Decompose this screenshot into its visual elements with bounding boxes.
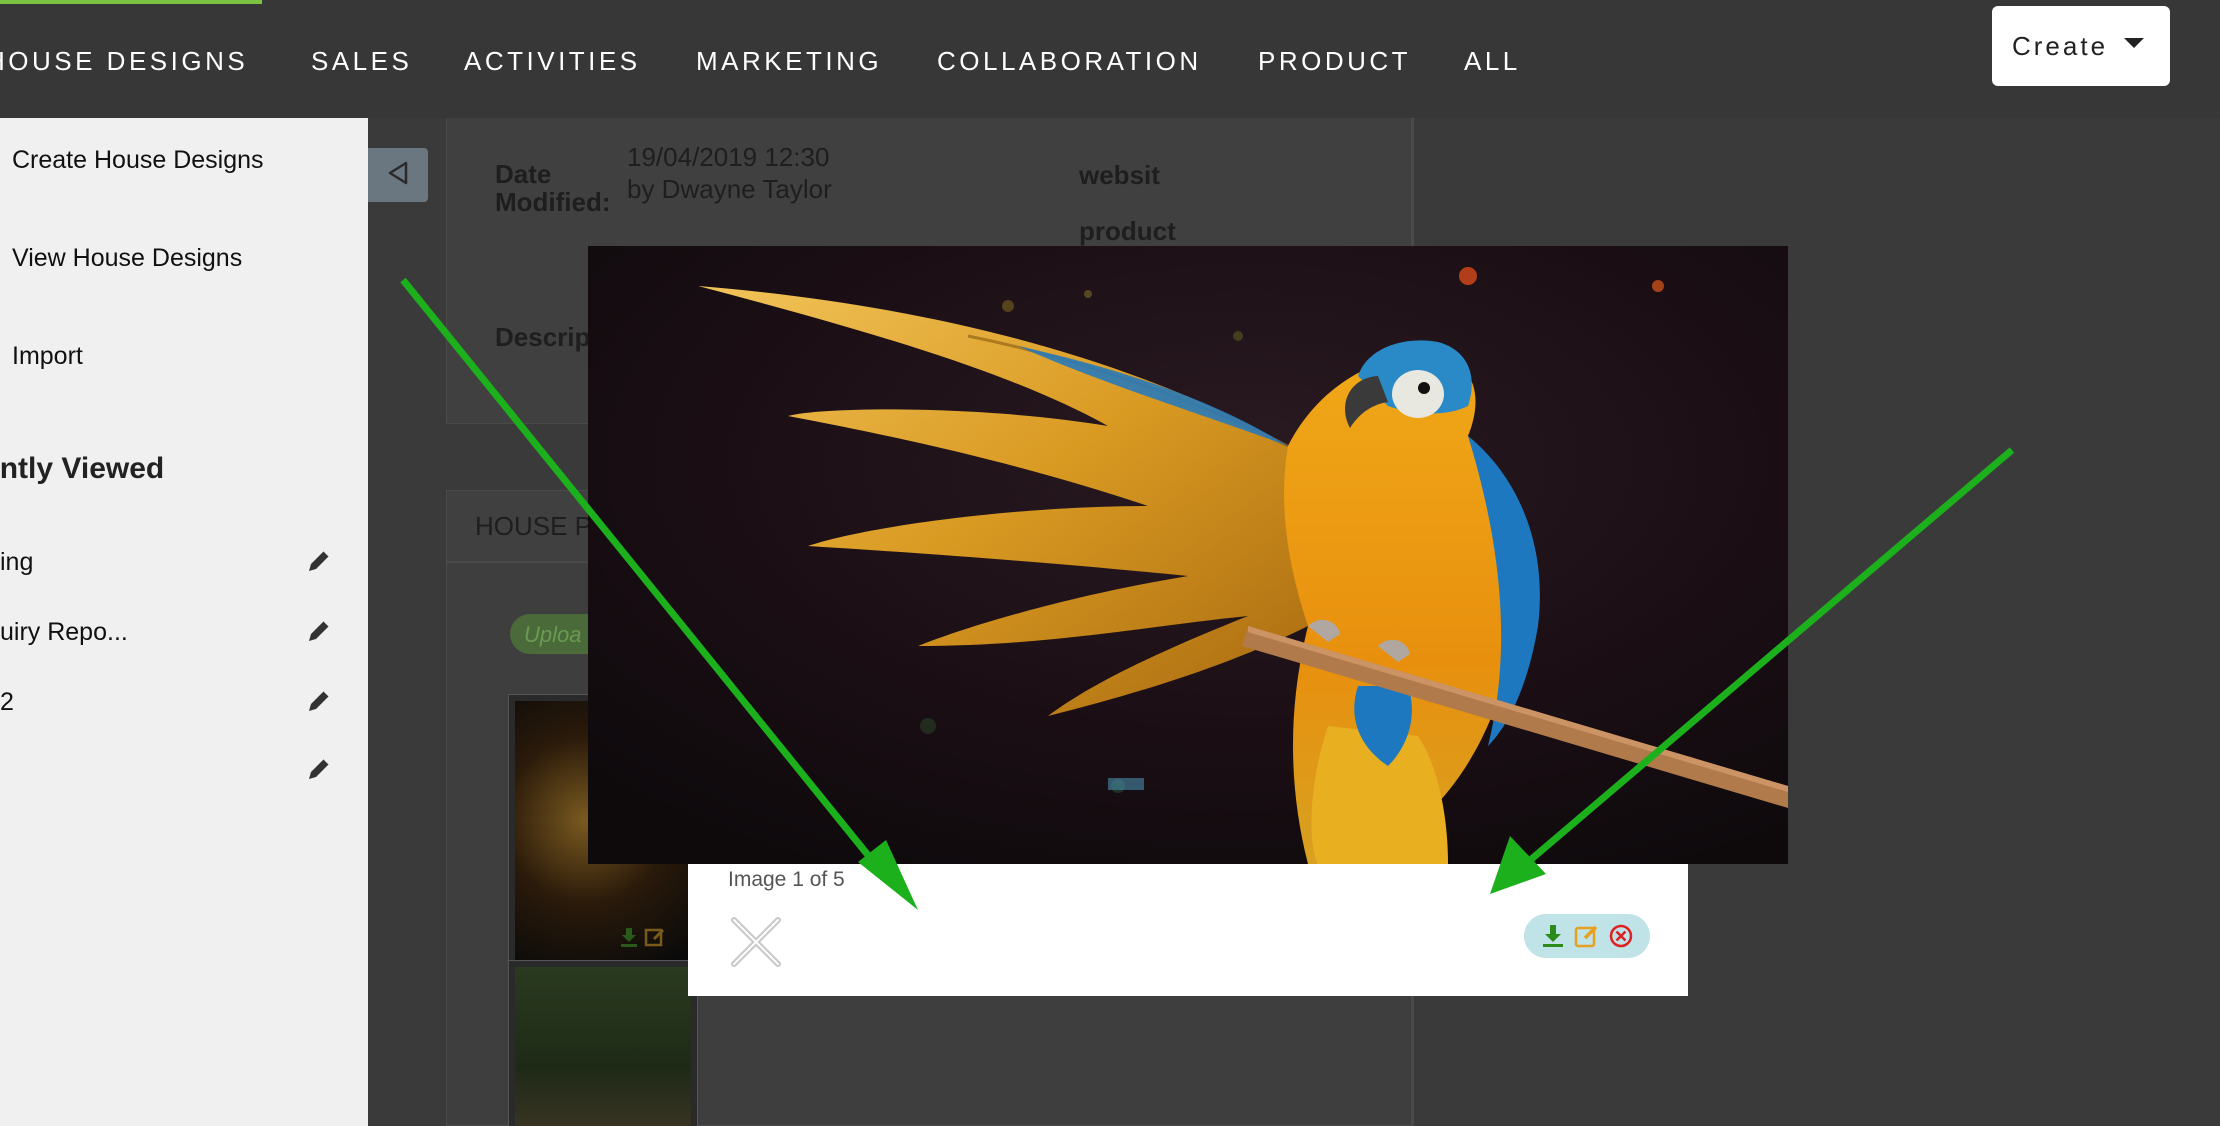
recent-item[interactable]: uiry Repo... bbox=[0, 612, 340, 652]
create-button[interactable]: Create bbox=[1992, 6, 2170, 86]
sidebar-link-create-house-designs[interactable]: Create House Designs bbox=[12, 146, 264, 175]
nav-item-marketing[interactable]: MARKETING bbox=[696, 46, 882, 77]
nav-item-all[interactable]: ALL bbox=[1464, 46, 1521, 77]
pencil-icon[interactable] bbox=[304, 686, 334, 716]
recent-item-label: uiry Repo... bbox=[0, 618, 128, 646]
caret-down-icon bbox=[2124, 38, 2145, 48]
image-actions bbox=[1524, 914, 1650, 958]
nav-item-activities[interactable]: ACTIVITIES bbox=[464, 46, 641, 77]
nav-item-sales[interactable]: SALES bbox=[311, 46, 412, 77]
recent-item[interactable]: ing bbox=[0, 542, 340, 582]
lightbox-image bbox=[588, 246, 1788, 864]
sidebar-link-view-house-designs[interactable]: View House Designs bbox=[12, 244, 242, 273]
top-navigation: HOUSE DESIGNS SALES ACTIVITIES MARKETING… bbox=[0, 0, 2220, 118]
recent-item-label: ing bbox=[0, 548, 34, 576]
sidebar-collapse-button[interactable] bbox=[368, 148, 428, 202]
parrot-photo bbox=[588, 246, 1788, 864]
pencil-icon[interactable] bbox=[304, 754, 334, 784]
nav-item-product[interactable]: PRODUCT bbox=[1258, 46, 1411, 77]
lightbox-footer: Image 1 of 5 bbox=[688, 864, 1688, 996]
sidebar-link-import[interactable]: Import bbox=[12, 342, 83, 371]
sidebar: Create House Designs View House Designs … bbox=[0, 118, 368, 1126]
thumbnail-actions bbox=[618, 926, 666, 948]
image-thumbnail[interactable] bbox=[508, 960, 698, 1126]
pencil-icon[interactable] bbox=[304, 546, 334, 576]
nav-item-house-designs[interactable]: HOUSE DESIGNS bbox=[0, 46, 248, 77]
delete-icon[interactable] bbox=[1608, 923, 1634, 949]
edit-icon[interactable] bbox=[644, 926, 666, 948]
house-panel-title: HOUSE P bbox=[475, 511, 593, 541]
create-button-label: Create bbox=[2012, 30, 2109, 61]
modified-by-value: by Dwayne Taylor bbox=[627, 174, 832, 204]
edit-icon[interactable] bbox=[1574, 923, 1600, 949]
close-icon[interactable] bbox=[728, 914, 784, 970]
download-icon[interactable] bbox=[1540, 923, 1566, 949]
date-modified-label: Date Modified: bbox=[495, 159, 611, 217]
recent-item[interactable] bbox=[0, 750, 340, 790]
download-icon[interactable] bbox=[618, 926, 640, 948]
recent-item[interactable]: 2 bbox=[0, 682, 340, 722]
thumbnail-image bbox=[515, 967, 691, 1126]
recent-item-label: 2 bbox=[0, 688, 14, 716]
nav-active-indicator bbox=[0, 0, 262, 4]
product-label: product bbox=[1079, 216, 1176, 246]
website-label: websit bbox=[1079, 160, 1160, 190]
recently-viewed-heading: Recently Viewed bbox=[0, 452, 165, 485]
triangle-left-icon bbox=[384, 159, 412, 192]
nav-item-collaboration[interactable]: COLLABORATION bbox=[937, 46, 1202, 77]
date-modified-value: 19/04/2019 12:30 bbox=[627, 142, 830, 172]
image-counter: Image 1 of 5 bbox=[728, 868, 845, 891]
description-label: Descrip bbox=[495, 322, 591, 352]
pencil-icon[interactable] bbox=[304, 616, 334, 646]
